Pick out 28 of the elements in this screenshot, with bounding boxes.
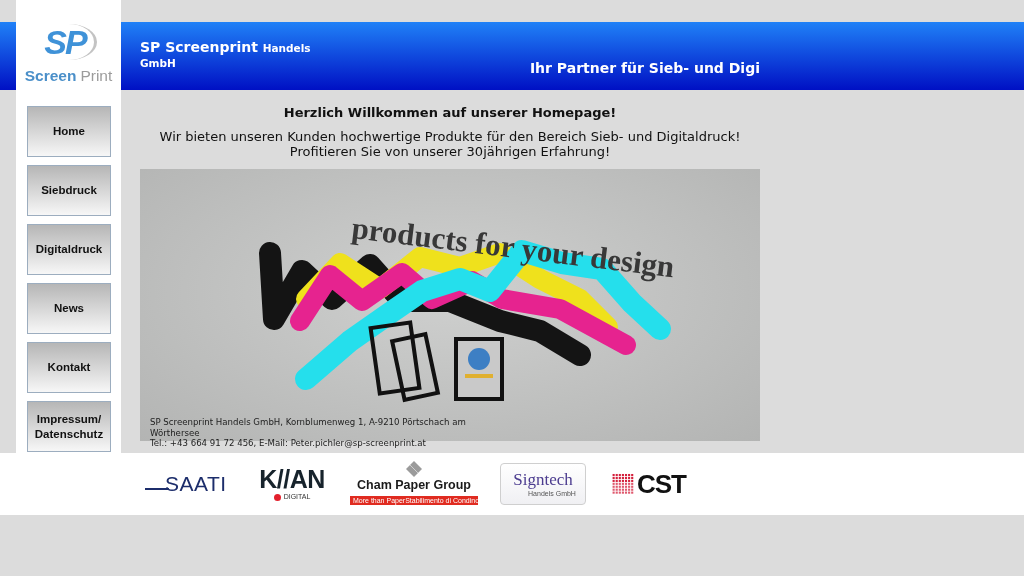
welcome-text: Wir bieten unseren Kunden hochwertige Produkte für den Bereich Sieb- und Digitaldruck! bbox=[158, 128, 742, 144]
nav-button[interactable]: Home bbox=[27, 106, 111, 157]
header-tagline: Ihr Partner für Sieb- und Digi bbox=[529, 59, 760, 76]
partner-logo-text: SAATI bbox=[165, 472, 227, 496]
nav-button[interactable]: Digitaldruck bbox=[27, 224, 111, 275]
nav-button[interactable]: Siebdruck bbox=[27, 165, 111, 216]
header-bar bbox=[0, 22, 16, 90]
frame-outline bbox=[389, 331, 441, 403]
partner-logo-text: Cham Paper Group bbox=[357, 477, 471, 493]
company-name: SP Screenprint Handels GmbH bbox=[140, 38, 312, 70]
logo-monogram: SP bbox=[40, 24, 97, 60]
nav-button[interactable]: Kontakt bbox=[27, 342, 111, 393]
banner-tagline: products for your design bbox=[349, 211, 677, 285]
logo-tile bbox=[454, 337, 504, 401]
nav-button[interactable]: News bbox=[27, 283, 111, 334]
logo-text: Print bbox=[80, 67, 113, 85]
partner-logo-text: CST bbox=[637, 470, 686, 498]
nav-button[interactable]: Impressum/ Datenschutz bbox=[27, 401, 111, 452]
partner-logo-text: Signtech bbox=[513, 470, 573, 489]
address-text: SP Screenprint Handels GmbH, Kornblumenweg 1, A-9210 Pörtschach am Wörthersee bbox=[150, 417, 467, 438]
welcome-text: Profitieren Sie von unserer 30jährigen Erfahrung! bbox=[288, 143, 612, 159]
dot-grid-icon bbox=[612, 471, 634, 497]
partner-logo-text: K//AN bbox=[259, 467, 325, 492]
logo-text: Screen bbox=[24, 67, 77, 85]
contact-text: Tel.: +43 664 91 72 456, E-Mail: Peter.pichler@sp-screenprint.at bbox=[150, 438, 427, 449]
dot-icon bbox=[273, 493, 281, 501]
diamond-icon bbox=[406, 460, 422, 477]
welcome-heading: Herzlich Willkommen auf unserer Homepage! bbox=[282, 105, 618, 121]
